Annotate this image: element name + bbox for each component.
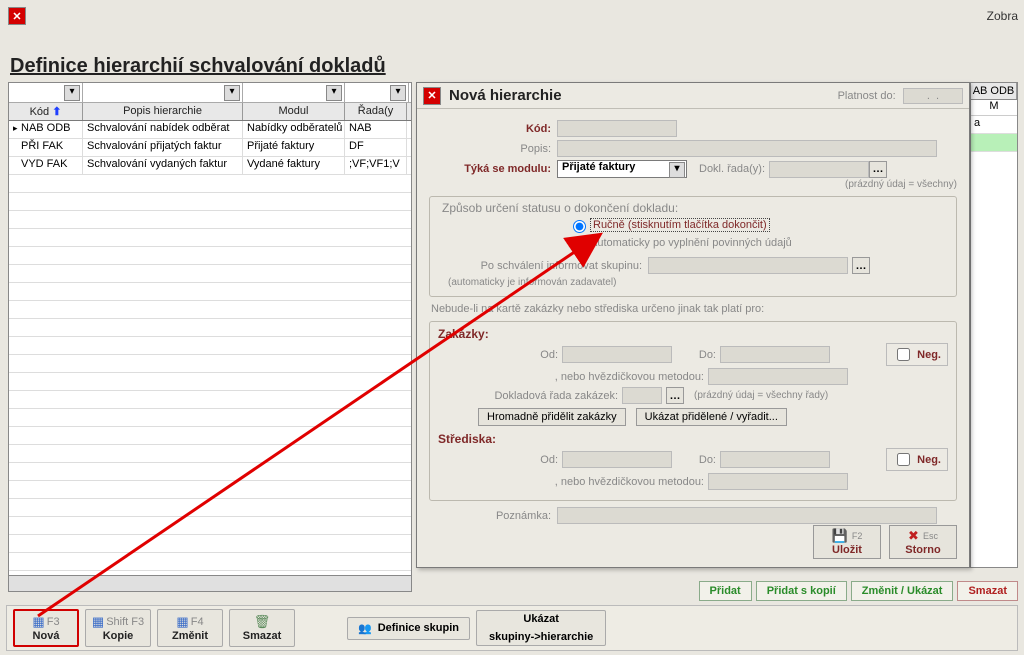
zak-do-label: Do:: [676, 349, 716, 361]
cancel-icon: ✖: [908, 528, 919, 544]
filter-popis[interactable]: [83, 83, 243, 102]
dokl-rada-zak-label: Dokladová řada zakázek:: [468, 390, 618, 402]
col-m[interactable]: M: [971, 100, 1017, 116]
col-ab-odb[interactable]: AB ODB: [971, 83, 1017, 99]
right-panel-actions: Přidat Přidat s kopií Změnit / Ukázat Sm…: [699, 581, 1018, 601]
modul-label: Týká se modulu:: [429, 163, 557, 175]
str-do-label: Do:: [676, 454, 716, 466]
col-modul[interactable]: Modul: [243, 103, 345, 120]
save-button[interactable]: 💾F2 Uložit: [813, 525, 881, 559]
table-row[interactable]: VYD FAK Schvalování vydaných faktur Vyda…: [9, 157, 411, 175]
popis-input[interactable]: [557, 140, 937, 157]
col-kod[interactable]: Kód ⬆: [9, 103, 83, 120]
str-od-label: Od:: [528, 454, 558, 466]
kopie-button[interactable]: ▦Shift F3 Kopie: [85, 609, 151, 647]
save-icon: 💾: [832, 528, 848, 544]
kod-input[interactable]: [557, 120, 677, 137]
sort-asc-icon: ⬆: [52, 106, 61, 118]
nebude-li-note: Nebude-li na kartě zakázky nebo středisk…: [431, 303, 957, 315]
str-hvezd-input[interactable]: [708, 473, 848, 490]
rady-note: (prázdný údaj = všechny): [845, 179, 957, 190]
zak-hvezd-label: , nebo hvězdičkovou metodou:: [528, 371, 704, 383]
dokl-rada-zak-input[interactable]: [622, 387, 662, 404]
col-rada[interactable]: Řada(y: [345, 103, 407, 120]
edit-icon: ▦: [176, 614, 188, 630]
pridat-button[interactable]: Přidat: [699, 581, 752, 601]
str-hvezd-label: , nebo hvězdičkovou metodou:: [528, 476, 704, 488]
h-scrollbar[interactable]: [9, 575, 411, 591]
zak-od-input[interactable]: [562, 346, 672, 363]
table-row[interactable]: ▸NAB ODB Schvalování nabídek odběrat Nab…: [9, 121, 411, 139]
zmenit-button[interactable]: ▦F4 Změnit: [157, 609, 223, 647]
status-manual-label: Ručně (stisknutím tlačítka dokončit): [590, 218, 770, 232]
people-icon: 👥: [358, 622, 372, 635]
table-row[interactable]: PŘI FAK Schvalování přijatých faktur Při…: [9, 139, 411, 157]
str-neg-checkbox[interactable]: Neg.: [886, 448, 948, 471]
inform-note: (automaticky je informován zadavatel): [448, 277, 948, 288]
nova-button[interactable]: ▦F3 Nová: [13, 609, 79, 647]
cell: a: [971, 116, 1017, 134]
inform-lookup-button[interactable]: …: [852, 257, 870, 274]
grid-empty-area: [9, 175, 411, 575]
copy-icon: ▦: [92, 614, 104, 630]
smazat-button[interactable]: Smazat: [957, 581, 1018, 601]
platnost-do-input[interactable]: [903, 88, 963, 104]
col-popis[interactable]: Popis hierarchie: [83, 103, 243, 120]
close-icon[interactable]: ✕: [8, 7, 26, 25]
dokl-rada-zak-lookup[interactable]: …: [666, 387, 684, 404]
trash-icon: 🗑: [254, 614, 271, 630]
new-icon: ▦: [32, 614, 44, 630]
filter-modul[interactable]: [243, 83, 345, 102]
poznamka-input[interactable]: [557, 507, 937, 524]
bottom-toolbar: ▦F3 Nová ▦Shift F3 Kopie ▦F4 Změnit 🗑 Sm…: [6, 605, 1018, 651]
status-manual-radio[interactable]: [573, 220, 586, 233]
hierarchy-grid[interactable]: Kód ⬆ Popis hierarchie Modul Řada(y ▸NAB…: [8, 82, 412, 592]
pridat-s-kopii-button[interactable]: Přidat s kopií: [756, 581, 847, 601]
zak-od-label: Od:: [528, 349, 558, 361]
strediska-title: Střediska:: [438, 432, 948, 446]
right-grid[interactable]: AB ODB M a: [970, 82, 1018, 568]
status-legend: Způsob určení statusu o dokončení doklad…: [438, 201, 682, 215]
cell-highlighted: [971, 134, 1017, 152]
inform-label: Po schválení informovat skupinu:: [438, 260, 648, 272]
kod-label: Kód:: [429, 123, 557, 135]
dialog-close-icon[interactable]: ✕: [423, 87, 441, 105]
status-auto-radio[interactable]: [573, 238, 586, 251]
new-hierarchy-dialog: ✕ Nová hierarchie Platnost do: Kód: Popi…: [416, 82, 970, 568]
status-auto-label: Automaticky po vyplnění povinných údajů: [590, 237, 792, 249]
menu-label: Zobra: [987, 9, 1018, 23]
storno-button[interactable]: ✖Esc Storno: [889, 525, 957, 559]
filter-rada[interactable]: [345, 83, 409, 102]
dokl-rada-zak-note: (prázdný údaj = všechny řady): [694, 390, 828, 401]
row-marker-icon: ▸: [13, 123, 21, 134]
ukazat-skupiny-button[interactable]: Ukázat skupiny->hierarchie: [476, 610, 606, 646]
hromadne-pridelit-button[interactable]: Hromadně přidělit zakázky: [478, 408, 626, 426]
rady-input[interactable]: [769, 161, 869, 178]
modul-select[interactable]: Přijaté faktury: [557, 160, 687, 178]
poznamka-label: Poznámka:: [429, 510, 557, 522]
popis-label: Popis:: [429, 143, 557, 155]
zak-neg-checkbox[interactable]: Neg.: [886, 343, 948, 366]
smazat-toolbar-button[interactable]: 🗑 Smazat: [229, 609, 295, 647]
platnost-do-label: Platnost do:: [838, 88, 963, 104]
ukazat-pridelene-button[interactable]: Ukázat přidělené / vyřadit...: [636, 408, 787, 426]
inform-input[interactable]: [648, 257, 848, 274]
str-od-input[interactable]: [562, 451, 672, 468]
zmenit-ukazat-button[interactable]: Změnit / Ukázat: [851, 581, 954, 601]
dialog-title: Nová hierarchie: [449, 87, 562, 104]
page-title: Definice hierarchií schvalování dokladů: [10, 55, 386, 78]
rady-label: Dokl. řada(y):: [699, 163, 765, 175]
zak-do-input[interactable]: [720, 346, 830, 363]
zakazky-title: Zakázky:: [438, 327, 948, 341]
filter-kod[interactable]: [9, 83, 83, 102]
zak-hvezd-input[interactable]: [708, 368, 848, 385]
str-do-input[interactable]: [720, 451, 830, 468]
definice-skupin-button[interactable]: 👥 Definice skupin: [347, 617, 470, 640]
rady-lookup-button[interactable]: …: [869, 161, 887, 178]
